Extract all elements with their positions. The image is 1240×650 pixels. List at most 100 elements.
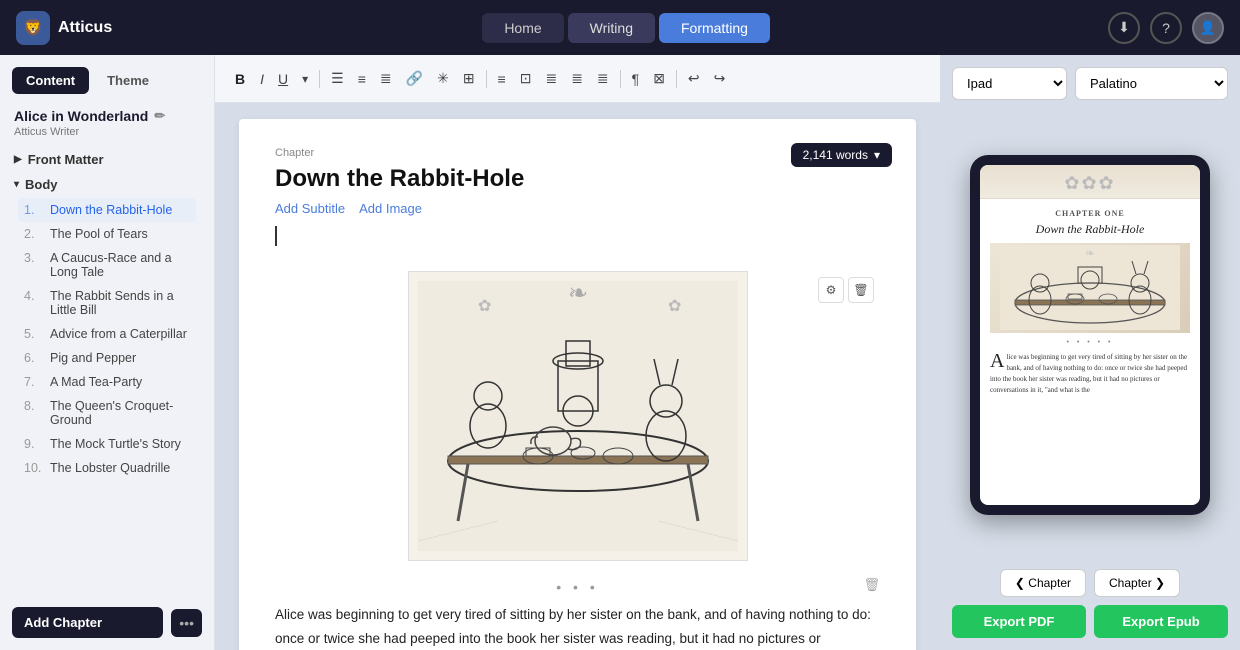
list-item[interactable]: 5. Advice from a Caterpillar bbox=[18, 322, 196, 346]
device-select[interactable]: Ipad Kindle Phone Desktop bbox=[952, 67, 1067, 100]
export-pdf-button[interactable]: Export PDF bbox=[952, 605, 1086, 638]
word-count-badge[interactable]: 2,141 words ▾ bbox=[791, 143, 892, 167]
list-item[interactable]: 6. Pig and Pepper bbox=[18, 346, 196, 370]
edit-icon[interactable]: ✏ bbox=[154, 108, 165, 124]
book-title-section: Alice in Wonderland ✏ Atticus Writer bbox=[0, 94, 214, 142]
add-chapter-button[interactable]: Add Chapter bbox=[12, 607, 163, 638]
list-item[interactable]: 10. The Lobster Quadrille bbox=[18, 456, 196, 480]
align-extra-button[interactable]: ≣ bbox=[592, 67, 614, 90]
list-item[interactable]: 4. The Rabbit Sends in a Little Bill bbox=[18, 284, 196, 322]
tablet-content: Chapter One Down the Rabbit-Hole bbox=[980, 199, 1200, 403]
image-delete-button[interactable]: 🗑 bbox=[848, 277, 874, 303]
chapter-num: 7. bbox=[24, 375, 44, 389]
section-delete-button[interactable]: 🗑 bbox=[863, 577, 880, 593]
list-item[interactable]: 7. A Mad Tea-Party bbox=[18, 370, 196, 394]
toolbar-separator-3 bbox=[620, 70, 621, 88]
main-layout: Content Theme Alice in Wonderland ✏ Atti… bbox=[0, 55, 1240, 650]
word-count-text: 2,141 words bbox=[803, 148, 868, 162]
align-center-button[interactable]: ⊡ bbox=[515, 67, 537, 90]
tablet-chapter-label: Chapter One bbox=[990, 209, 1190, 218]
preview-controls: Ipad Kindle Phone Desktop Palatino Georg… bbox=[952, 67, 1228, 100]
font-select[interactable]: Palatino Georgia Times New Roman Arial bbox=[1075, 67, 1228, 100]
columns-button[interactable]: ⊠ bbox=[648, 67, 670, 90]
sidebar: Content Theme Alice in Wonderland ✏ Atti… bbox=[0, 55, 215, 650]
editor-scroll[interactable]: 2,141 words ▾ Chapter Down the Rabbit-Ho… bbox=[215, 103, 940, 650]
align-justify-button[interactable]: ≣ bbox=[566, 67, 588, 90]
tab-content[interactable]: Content bbox=[12, 67, 89, 94]
tablet-illustration: ❧ bbox=[990, 243, 1190, 333]
tablet-frame: ✿✿✿ Chapter One Down the Rabbit-Hole bbox=[970, 155, 1210, 515]
chevron-down-icon: ▾ bbox=[14, 179, 19, 190]
book-author: Atticus Writer bbox=[14, 126, 200, 138]
add-chapter-options-button[interactable]: ••• bbox=[171, 609, 202, 637]
nav-writing-button[interactable]: Writing bbox=[568, 13, 655, 43]
front-matter-section: ▶ Front Matter bbox=[0, 142, 214, 171]
redo-button[interactable]: ↪ bbox=[709, 67, 731, 90]
special-char-button[interactable]: ✳ bbox=[432, 67, 454, 90]
chapter-title: Advice from a Caterpillar bbox=[50, 327, 187, 341]
indent-button[interactable]: ≣ bbox=[375, 67, 397, 90]
preview-panel: Ipad Kindle Phone Desktop Palatino Georg… bbox=[940, 55, 1240, 650]
text-style-dropdown[interactable]: ▾ bbox=[297, 69, 313, 89]
front-matter-label: Front Matter bbox=[28, 152, 104, 167]
nav-center: Home Writing Formatting bbox=[144, 13, 1108, 43]
chapter-num: 5. bbox=[24, 327, 44, 341]
download-button[interactable]: ⬇ bbox=[1108, 12, 1140, 44]
list-item[interactable]: 9. The Mock Turtle's Story bbox=[18, 432, 196, 456]
chapter-num: 1. bbox=[24, 203, 44, 217]
list-item[interactable]: 3. A Caucus-Race and a Long Tale bbox=[18, 246, 196, 284]
chapter-title: Down the Rabbit-Hole bbox=[50, 203, 172, 217]
chapter-num: 4. bbox=[24, 289, 44, 317]
sidebar-tabs: Content Theme bbox=[0, 55, 214, 94]
list-item[interactable]: 1. Down the Rabbit-Hole bbox=[18, 198, 196, 222]
cursor-line bbox=[275, 226, 277, 246]
chapter-title: The Queen's Croquet-Ground bbox=[50, 399, 190, 427]
avatar[interactable]: 👤 bbox=[1192, 12, 1224, 44]
list-item[interactable]: 2. The Pool of Tears bbox=[18, 222, 196, 246]
next-chapter-button[interactable]: Chapter ❯ bbox=[1094, 569, 1180, 597]
top-nav: 🦁 Atticus Home Writing Formatting ⬇ ? 👤 bbox=[0, 0, 1240, 55]
align-left-button[interactable]: ≡ bbox=[493, 68, 511, 90]
chapter-title: The Mock Turtle's Story bbox=[50, 437, 181, 451]
italic-button[interactable]: I bbox=[255, 68, 269, 90]
add-image-link[interactable]: Add Image bbox=[359, 201, 422, 216]
body-paragraph-1[interactable]: Alice was beginning to get very tired of… bbox=[275, 603, 880, 650]
tab-theme[interactable]: Theme bbox=[93, 67, 163, 94]
bold-button[interactable]: B bbox=[229, 68, 251, 90]
image-settings-button[interactable]: ⚙ bbox=[818, 277, 844, 303]
chapter-title: A Mad Tea-Party bbox=[50, 375, 142, 389]
underline-button[interactable]: U bbox=[273, 68, 293, 90]
prev-chapter-button[interactable]: ❮ Chapter bbox=[1000, 569, 1086, 597]
book-title-text: Alice in Wonderland bbox=[14, 108, 148, 124]
numbered-list-button[interactable]: ≡ bbox=[353, 68, 371, 90]
editor-area: B I U ▾ ☰ ≡ ≣ 🔗 ✳ ⊞ ≡ ⊡ ≣ ≣ ≣ ¶ ⊠ ↩ ↪ bbox=[215, 55, 940, 650]
nav-home-button[interactable]: Home bbox=[482, 13, 563, 43]
front-matter-header[interactable]: ▶ Front Matter bbox=[14, 152, 200, 167]
svg-text:✿: ✿ bbox=[668, 298, 681, 315]
paragraph-button[interactable]: ¶ bbox=[627, 68, 645, 90]
list-item[interactable]: 8. The Queen's Croquet-Ground bbox=[18, 394, 196, 432]
toolbar: B I U ▾ ☰ ≡ ≣ 🔗 ✳ ⊞ ≡ ⊡ ≣ ≣ ≣ ¶ ⊠ ↩ ↪ bbox=[215, 55, 940, 103]
chapter-title-main[interactable]: Down the Rabbit-Hole bbox=[275, 165, 880, 193]
toolbar-separator-4 bbox=[676, 70, 677, 88]
link-button[interactable]: 🔗 bbox=[401, 67, 428, 90]
nav-formatting-button[interactable]: Formatting bbox=[659, 13, 770, 43]
svg-text:✿: ✿ bbox=[478, 298, 491, 315]
export-buttons: Export PDF Export Epub bbox=[952, 605, 1228, 638]
svg-text:❧: ❧ bbox=[1085, 246, 1095, 260]
logo: 🦁 Atticus bbox=[16, 11, 112, 45]
tablet-dots: • • • • • bbox=[990, 339, 1190, 346]
book-title: Alice in Wonderland ✏ bbox=[14, 108, 200, 124]
add-subtitle-link[interactable]: Add Subtitle bbox=[275, 201, 345, 216]
body-header[interactable]: ▾ Body bbox=[14, 177, 200, 192]
bullet-list-button[interactable]: ☰ bbox=[326, 67, 349, 90]
table-button[interactable]: ⊞ bbox=[458, 67, 480, 90]
align-right-button[interactable]: ≣ bbox=[540, 67, 562, 90]
help-button[interactable]: ? bbox=[1150, 12, 1182, 44]
export-epub-button[interactable]: Export Epub bbox=[1094, 605, 1228, 638]
undo-button[interactable]: ↩ bbox=[683, 67, 705, 90]
chapter-title: The Rabbit Sends in a Little Bill bbox=[50, 289, 190, 317]
tablet-body-text: lice was beginning to get very tired of … bbox=[990, 353, 1187, 395]
chevron-right-icon: ▶ bbox=[14, 154, 22, 165]
body-label: Body bbox=[25, 177, 58, 192]
